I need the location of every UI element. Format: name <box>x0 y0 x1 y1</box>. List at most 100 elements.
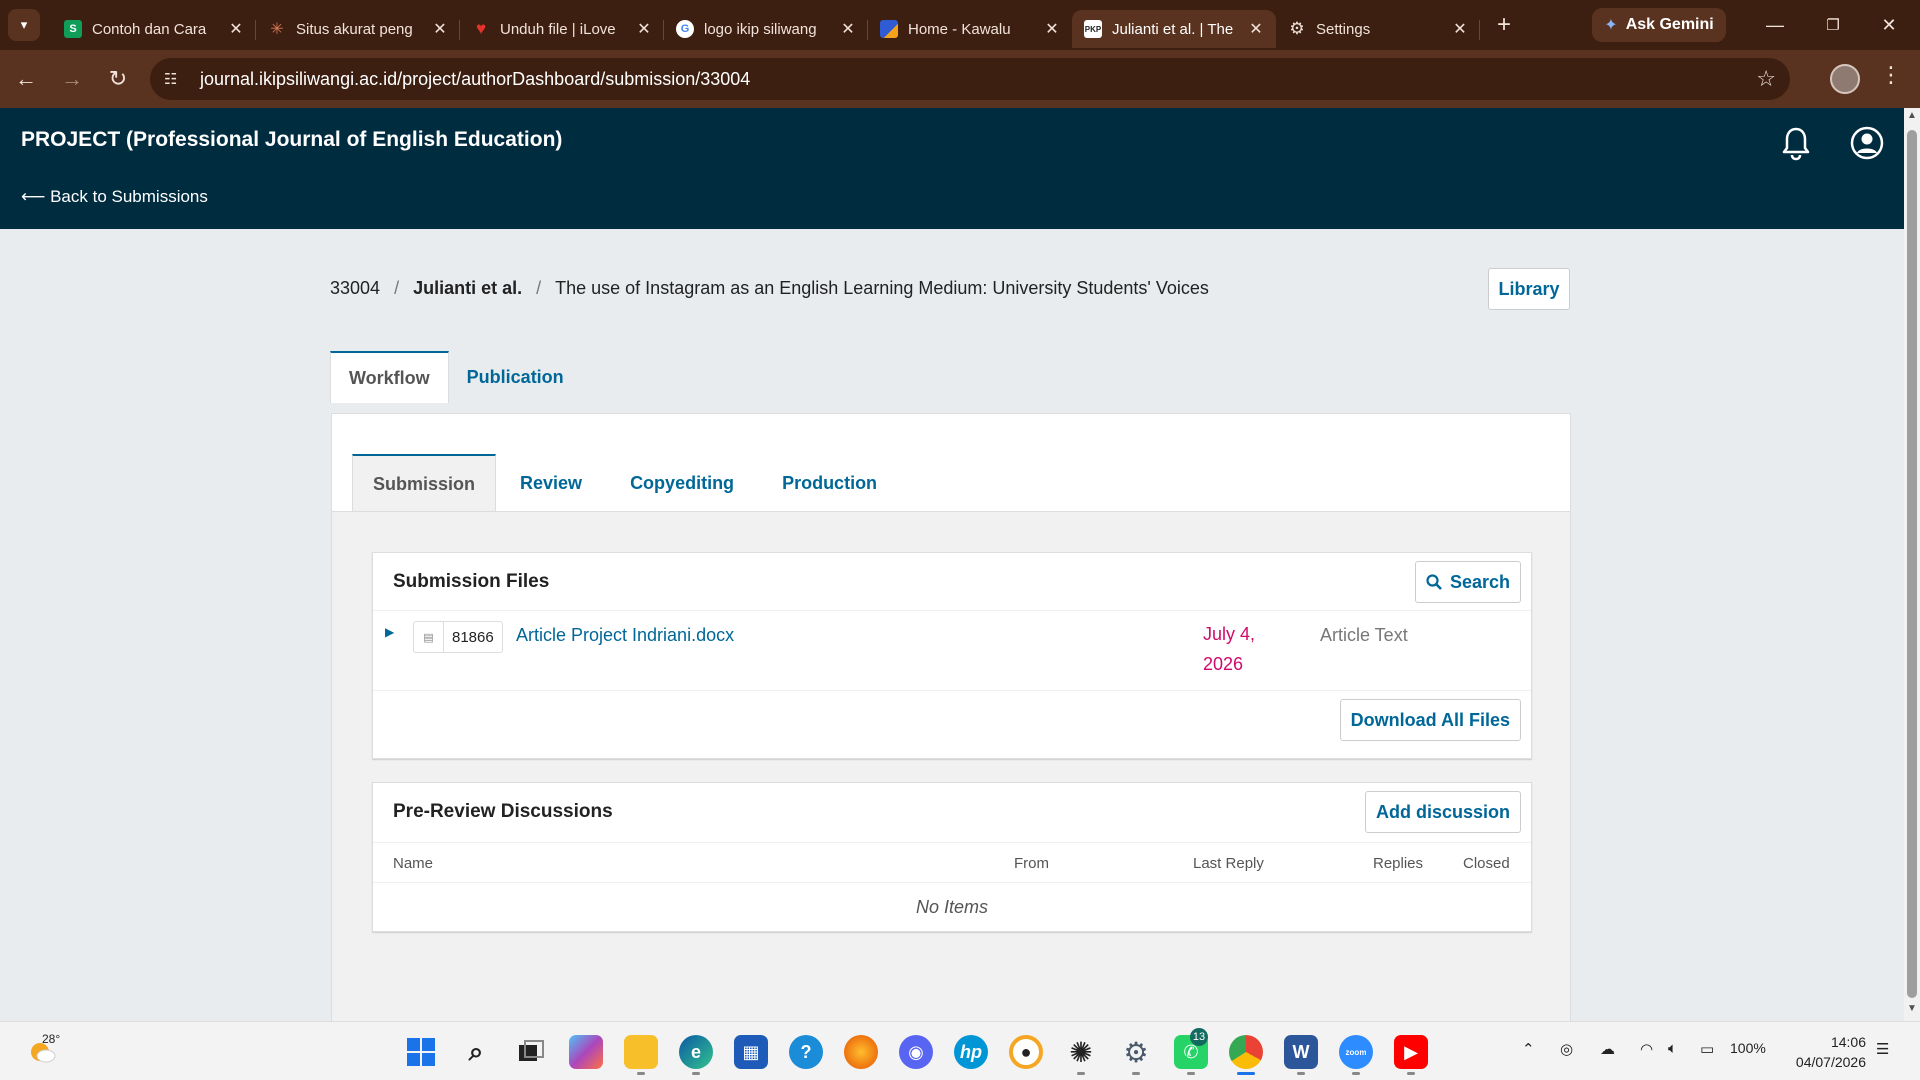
tab-review[interactable]: Review <box>496 454 606 512</box>
file-type: Article Text <box>1320 625 1408 645</box>
tab-close-icon[interactable]: ✕ <box>1248 19 1264 39</box>
browser-tab-0[interactable]: S Contoh dan Cara ✕ <box>52 10 256 48</box>
claude-favicon-icon: ✳ <box>270 21 284 38</box>
library-button[interactable]: Library <box>1488 268 1570 310</box>
weather-temperature: 28° <box>42 1032 61 1046</box>
browser-tab-2[interactable]: ♥ Unduh file | iLove ✕ <box>460 10 664 48</box>
running-indicator <box>1187 1072 1195 1075</box>
card-header: Submission Files Search <box>373 553 1531 611</box>
pkp-favicon-icon: PKP <box>1084 20 1102 38</box>
browser-tabstrip: ▾ S Contoh dan Cara ✕ ✳ Situs akurat pen… <box>0 0 1920 50</box>
discord-icon[interactable]: ◉ <box>899 1035 933 1069</box>
breadcrumb-separator: / <box>394 278 400 298</box>
add-discussion-button[interactable]: Add discussion <box>1364 791 1521 833</box>
main-tabs: Workflow Publication <box>330 351 582 403</box>
onedrive-icon[interactable]: ☁ <box>1600 1040 1615 1058</box>
windows-taskbar: 28° ⌕ e ▦ ? ◉ hp ● ✺ ⚙ ✆ 13 W zoom ▶ ⌃ ◎… <box>0 1021 1920 1080</box>
browser-tab-1[interactable]: ✳ Situs akurat peng ✕ <box>256 10 460 48</box>
forward-arrow-icon[interactable]: → <box>52 59 92 99</box>
zoom-icon[interactable]: zoom <box>1339 1035 1373 1069</box>
microsoft-store-icon[interactable]: ▦ <box>734 1035 768 1069</box>
card-header: Pre-Review Discussions Add discussion <box>373 783 1531 843</box>
bookmark-star-icon[interactable]: ☆ <box>1756 66 1776 92</box>
wifi-icon[interactable]: ◠ <box>1640 1040 1653 1058</box>
tab-close-icon[interactable]: ✕ <box>228 19 244 39</box>
tab-close-icon[interactable]: ✕ <box>840 19 856 39</box>
tab-publication[interactable]: Publication <box>449 351 582 403</box>
task-view-icon[interactable] <box>514 1035 548 1069</box>
notifications-icon[interactable]: ☰ <box>1876 1040 1889 1058</box>
column-from: From <box>1014 855 1049 872</box>
discussions-table-header: Name From Last Reply Replies Closed <box>373 843 1531 883</box>
windows-start-icon[interactable] <box>404 1035 438 1069</box>
ilovepdf-favicon-icon: ♥ <box>475 19 487 38</box>
settings-gear-icon[interactable]: ⚙ <box>1119 1035 1153 1069</box>
submission-files-card: Submission Files Search ▶ ▤ 81866 Articl… <box>372 552 1532 759</box>
address-bar[interactable]: ☷ journal.ikipsiliwangi.ac.id/project/au… <box>150 58 1790 100</box>
window-close-icon[interactable]: ✕ <box>1866 8 1912 42</box>
tab-copyediting[interactable]: Copyediting <box>606 454 758 512</box>
word-icon[interactable]: W <box>1284 1035 1318 1069</box>
tab-title: Home - Kawalu <box>908 20 1011 38</box>
firefox-icon[interactable] <box>844 1035 878 1069</box>
tab-close-icon[interactable]: ✕ <box>1452 19 1468 39</box>
expand-row-icon[interactable]: ▶ <box>385 625 394 639</box>
tab-divider <box>1479 20 1480 40</box>
youtube-icon[interactable]: ▶ <box>1394 1035 1428 1069</box>
download-all-files-button[interactable]: Download All Files <box>1339 699 1521 741</box>
profile-avatar-icon[interactable] <box>1830 64 1860 94</box>
tab-submission[interactable]: Submission <box>352 454 497 512</box>
vpn-shield-icon[interactable]: ● <box>1009 1035 1043 1069</box>
tab-close-icon[interactable]: ✕ <box>1044 19 1060 39</box>
volume-icon[interactable]: 🔈︎ <box>1668 1040 1677 1057</box>
tab-search-chevron-icon[interactable]: ▾ <box>8 9 40 41</box>
system-clock[interactable]: 14:06 04/07/2026 <box>1786 1032 1866 1072</box>
user-account-icon[interactable] <box>1850 126 1884 160</box>
column-last-reply: Last Reply <box>1193 855 1264 872</box>
back-to-submissions-link[interactable]: ⟵ Back to Submissions <box>21 187 208 207</box>
submission-id: 33004 <box>330 278 381 298</box>
tab-production[interactable]: Production <box>758 454 901 512</box>
scroll-up-arrow-icon[interactable]: ▲ <box>1904 110 1920 126</box>
help-icon[interactable]: ? <box>789 1035 823 1069</box>
notification-bell-icon[interactable] <box>1780 126 1812 162</box>
scroll-down-arrow-icon[interactable]: ▼ <box>1904 1003 1920 1019</box>
chatgpt-icon[interactable]: ✺ <box>1064 1035 1098 1069</box>
file-row: ▶ ▤ 81866 Article Project Indriani.docx … <box>373 611 1531 691</box>
site-title[interactable]: PROJECT (Professional Journal of English… <box>21 128 562 152</box>
search-icon[interactable]: ⌕ <box>459 1035 493 1069</box>
hp-icon[interactable]: hp <box>954 1035 988 1069</box>
scrollbar-thumb[interactable] <box>1907 130 1917 998</box>
search-icon <box>1426 574 1442 590</box>
minimize-icon[interactable]: — <box>1752 8 1798 42</box>
browser-tab-6[interactable]: ⚙ Settings ✕ <box>1276 10 1480 48</box>
browser-tab-4[interactable]: Home - Kawalu ✕ <box>868 10 1072 48</box>
reload-icon[interactable]: ↻ <box>98 59 138 99</box>
back-arrow-icon[interactable]: ← <box>6 59 46 99</box>
browser-tab-3[interactable]: G logo ikip siliwang ✕ <box>664 10 868 48</box>
chrome-icon[interactable] <box>1229 1035 1263 1069</box>
running-indicator <box>1132 1072 1140 1075</box>
tab-workflow[interactable]: Workflow <box>330 351 449 403</box>
browser-toolbar: ← → ↻ ☷ journal.ikipsiliwangi.ac.id/proj… <box>0 50 1920 108</box>
search-files-button[interactable]: Search <box>1414 561 1521 603</box>
sheets-favicon-icon: S <box>64 20 82 38</box>
new-tab-plus-icon[interactable]: + <box>1486 7 1522 43</box>
file-explorer-icon[interactable] <box>624 1035 658 1069</box>
tray-app-icon[interactable]: ◎ <box>1560 1040 1573 1058</box>
site-info-icon[interactable]: ☷ <box>164 70 188 88</box>
edge-browser-icon[interactable]: e <box>679 1035 713 1069</box>
empty-state-text: No Items <box>915 896 989 917</box>
ask-gemini-button[interactable]: ✦ Ask Gemini <box>1592 8 1726 42</box>
file-name-link[interactable]: Article Project Indriani.docx <box>516 625 734 646</box>
page-scrollbar[interactable]: ▲ ▼ <box>1904 108 1920 1021</box>
browser-menu-icon[interactable]: ⋮ <box>1880 62 1902 96</box>
restore-icon[interactable]: ❐ <box>1810 8 1856 42</box>
workflow-panel: Submission Review Copyediting Production… <box>331 413 1571 1021</box>
show-hidden-icons-chevron-icon[interactable]: ⌃ <box>1522 1040 1535 1058</box>
tab-close-icon[interactable]: ✕ <box>432 19 448 39</box>
copilot-icon[interactable] <box>569 1035 603 1069</box>
tab-close-icon[interactable]: ✕ <box>636 19 652 39</box>
browser-tab-active[interactable]: PKP Julianti et al. | The ✕ <box>1072 10 1276 48</box>
battery-icon[interactable]: ▭ <box>1700 1040 1714 1058</box>
